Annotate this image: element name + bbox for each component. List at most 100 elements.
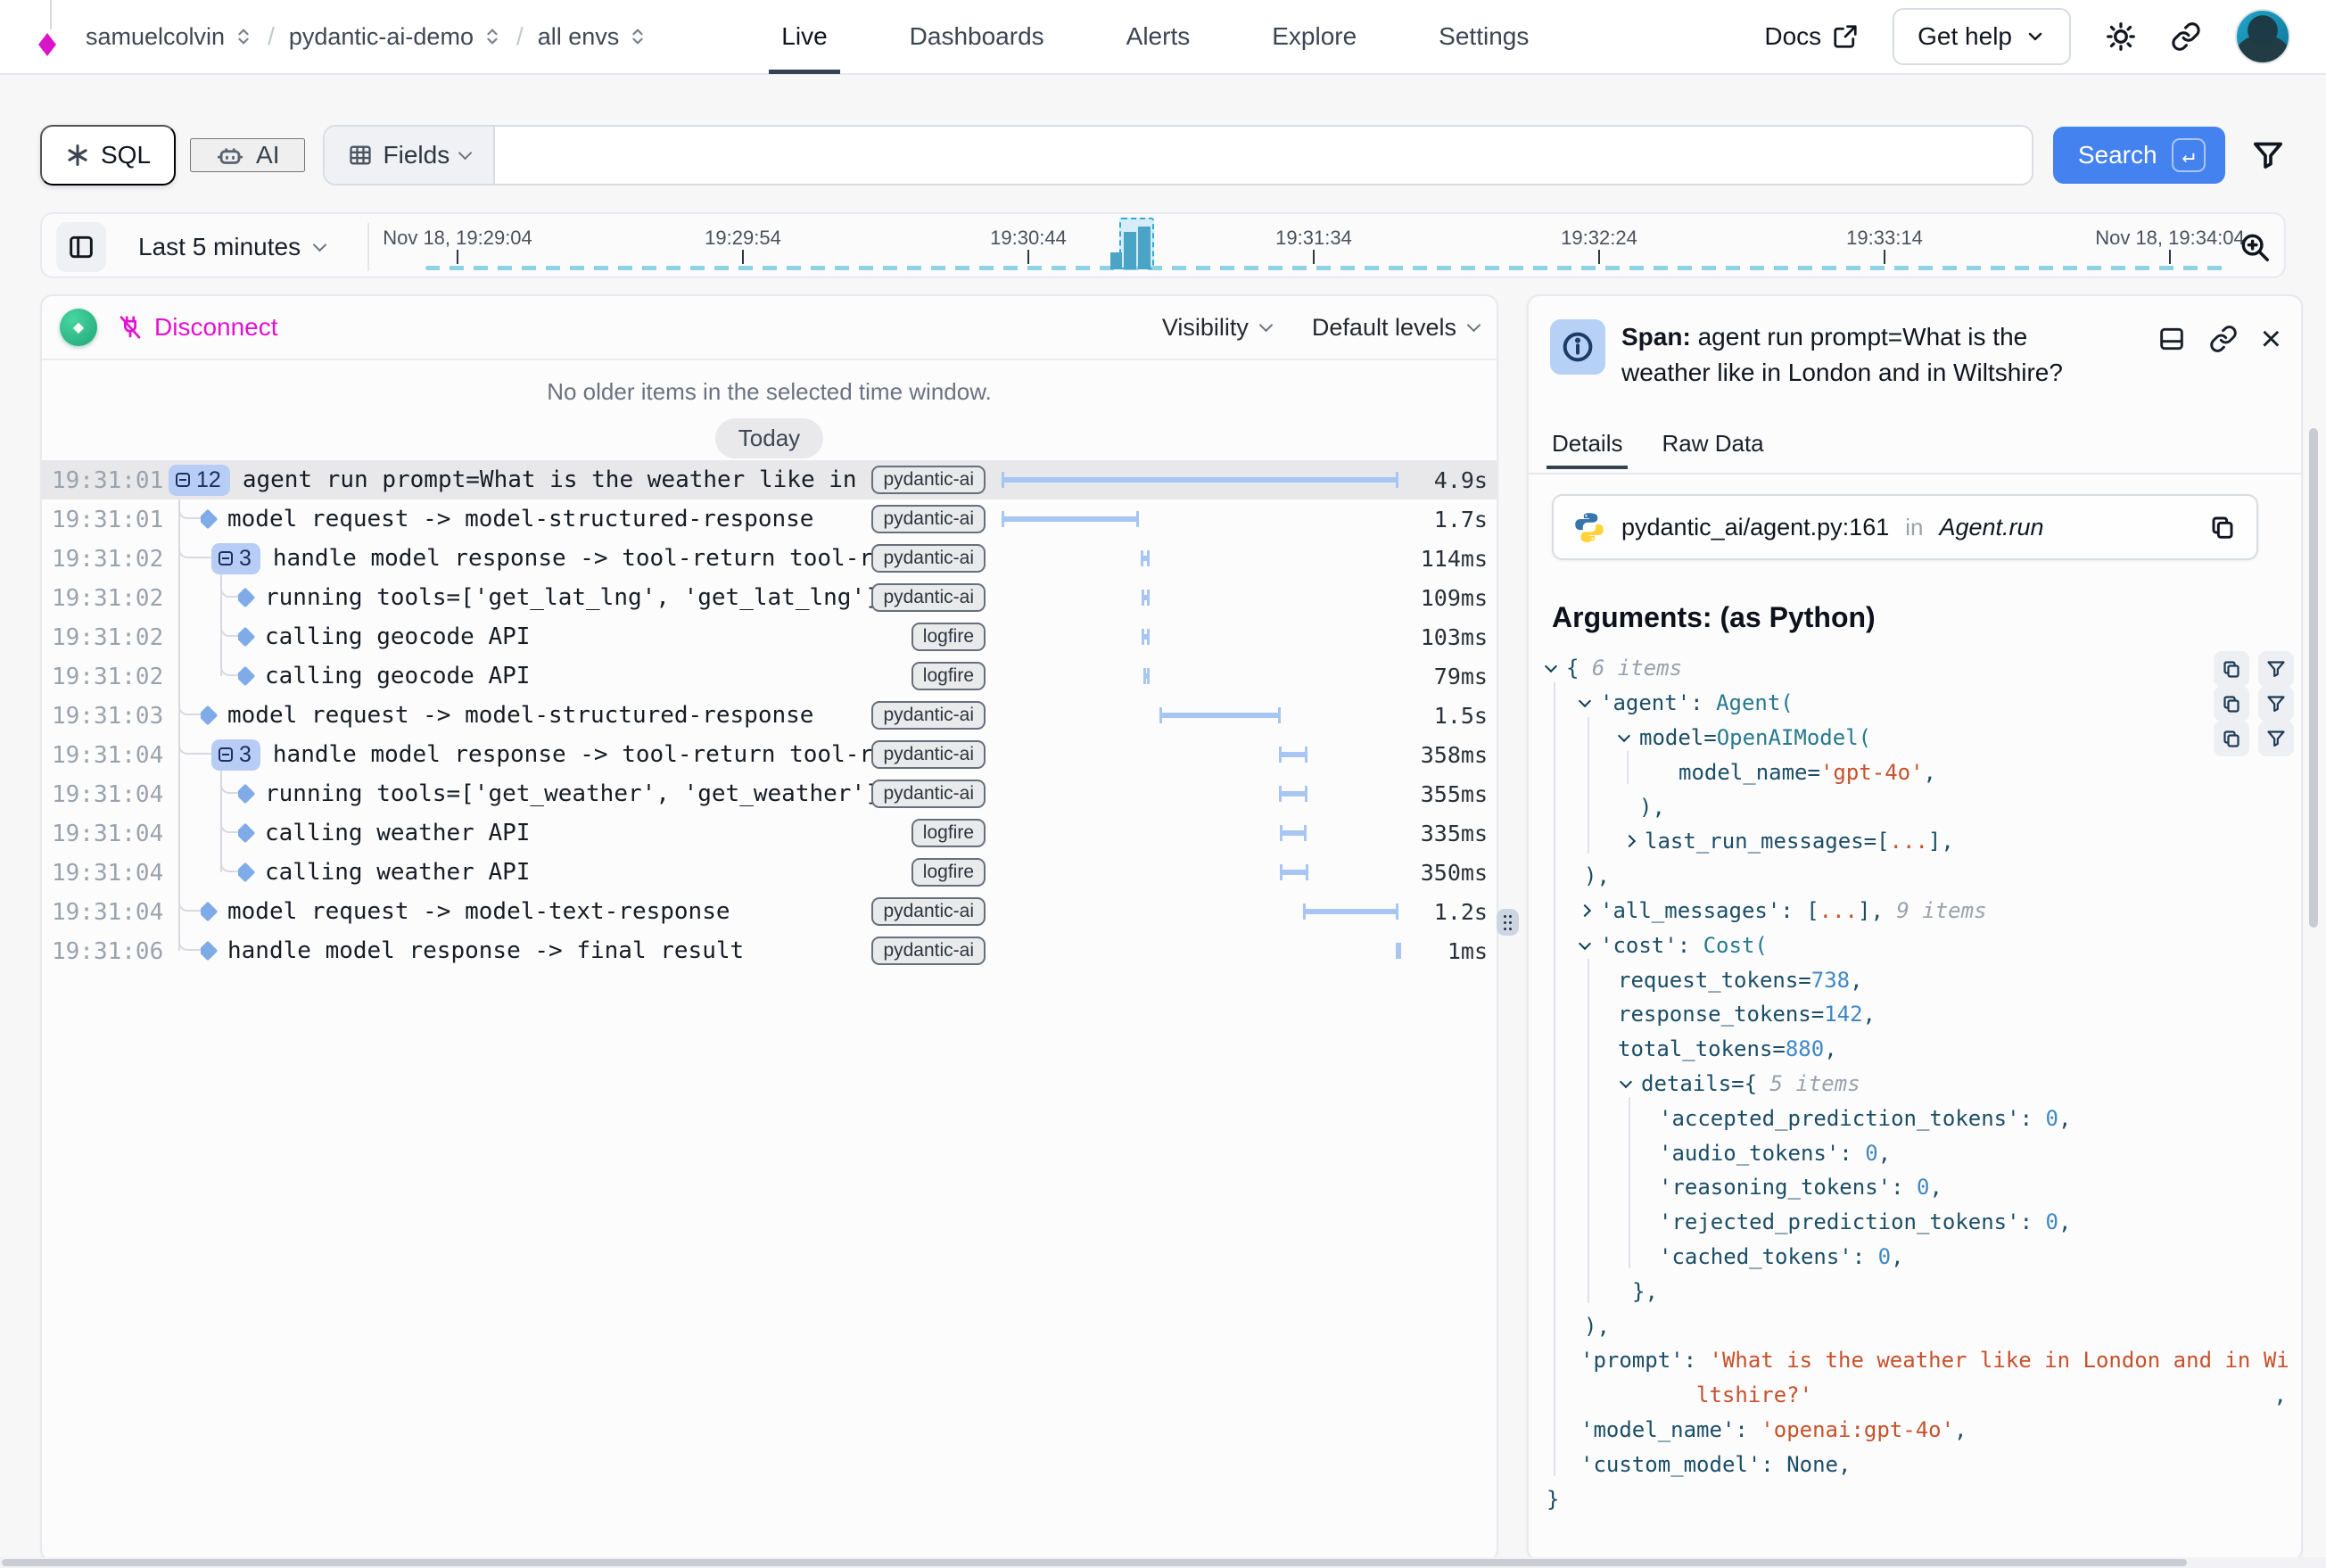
json-line: 'model_name': 'openai:gpt-4o', [1547, 1413, 2292, 1448]
collapse-arrow-icon[interactable] [1579, 695, 1591, 707]
trace-row-time: 19:31:01 [52, 507, 163, 533]
axis-tick-label: Nov 18, 19:34:04 [2095, 227, 2245, 250]
collapse-arrow-icon[interactable] [1545, 660, 1557, 673]
tab-alerts[interactable]: Alerts [1126, 0, 1191, 74]
collapse-arrow-icon[interactable] [1620, 1076, 1632, 1088]
copy-button[interactable] [2214, 686, 2249, 722]
duration-bar [1002, 511, 1139, 527]
collapse-arrow-icon[interactable] [1618, 730, 1630, 742]
time-range-dropdown[interactable]: Last 5 minutes [138, 214, 325, 280]
tab-live[interactable]: Live [781, 0, 827, 74]
logfire-logo-icon[interactable] [36, 10, 66, 63]
docs-label: Docs [1764, 22, 1821, 51]
logo-diamond-icon [38, 33, 56, 56]
horizontal-scrollbar[interactable] [0, 1557, 2326, 1568]
copy-button[interactable] [2208, 513, 2237, 541]
duration-bar-zone [1002, 578, 1398, 617]
trace-row[interactable]: 19:31:06handle model response -> final r… [42, 931, 1497, 970]
span-diamond-icon [201, 902, 218, 922]
histogram-bar [1110, 252, 1122, 269]
default-levels-dropdown[interactable]: Default levels [1312, 314, 1479, 342]
collapse-badge[interactable]: 3 [211, 543, 260, 574]
code-location-card[interactable]: pydantic_ai/agent.py:161 in Agent.run [1552, 494, 2258, 560]
user-avatar[interactable] [2235, 9, 2290, 64]
copy-button[interactable] [2214, 721, 2249, 756]
ai-label: AI [256, 141, 279, 169]
trace-row[interactable]: 19:31:043handle model response -> tool-r… [42, 735, 1497, 774]
trace-list-header: ◆ Disconnect Visibility Default levels [42, 296, 1497, 360]
tab-raw-data[interactable]: Raw Data [1662, 430, 1763, 473]
trace-row[interactable]: 19:31:01model request -> model-structure… [42, 499, 1497, 539]
today-chip[interactable]: Today [715, 418, 823, 458]
tab-explore[interactable]: Explore [1272, 0, 1357, 74]
filter-button[interactable] [2258, 686, 2294, 722]
trace-row[interactable]: 19:31:04running tools=['get_weather', 'g… [42, 774, 1497, 813]
filter-button[interactable] [2258, 651, 2294, 687]
collapse-arrow-icon[interactable] [1579, 937, 1591, 950]
trace-row[interactable]: 19:31:023handle model response -> tool-r… [42, 539, 1497, 578]
json-line: ltshire?', [1547, 1378, 2292, 1413]
copy-link-icon[interactable] [2209, 325, 2238, 353]
search-button[interactable]: Search ↵ [2053, 127, 2225, 184]
trace-row-time: 19:31:01 [52, 467, 163, 494]
collapse-badge[interactable]: 3 [211, 739, 260, 771]
breadcrumb-project[interactable]: pydantic-ai-demo [289, 23, 502, 51]
tag-cell: logfire [878, 813, 986, 853]
trace-row[interactable]: 19:31:02running tools=['get_lat_lng', 'g… [42, 578, 1497, 617]
trace-row-time: 19:31:04 [52, 899, 163, 926]
get-help-button[interactable]: Get help [1893, 8, 2071, 65]
disconnect-button[interactable]: Disconnect [117, 313, 278, 342]
timeline-zoom-button[interactable] [2238, 230, 2272, 264]
collapse-badge[interactable]: 12 [169, 465, 230, 496]
trace-row-content: 3handle model response -> tool-return to… [211, 539, 878, 578]
fields-dropdown[interactable]: Fields [325, 127, 496, 184]
breadcrumb-env-label: all envs [538, 23, 620, 51]
breadcrumb-separator: / [516, 22, 524, 51]
get-help-label: Get help [1918, 22, 2012, 51]
tab-settings[interactable]: Settings [1439, 0, 1529, 74]
expand-arrow-icon[interactable] [1623, 835, 1636, 847]
visibility-dropdown[interactable]: Visibility [1162, 314, 1271, 342]
token-punc: ), [1584, 863, 1610, 888]
filter-button[interactable] [2250, 137, 2286, 173]
detail-scrollbar[interactable] [2309, 428, 2318, 928]
tab-dashboards[interactable]: Dashboards [910, 0, 1044, 74]
docs-link[interactable]: Docs [1764, 22, 1859, 51]
trace-row[interactable]: 19:31:04calling weather APIlogfire335ms [42, 813, 1497, 853]
theme-toggle-button[interactable] [2105, 21, 2137, 53]
live-indicator[interactable]: ◆ [60, 309, 97, 346]
axis-tick-label: 19:31:34 [1275, 227, 1352, 250]
sql-mode-button[interactable]: SQL [40, 125, 176, 186]
panel-bottom-icon[interactable] [2157, 325, 2186, 353]
filter-button[interactable] [2258, 721, 2294, 756]
table-grid-icon [348, 143, 373, 168]
tag-pill: logfire [911, 662, 986, 690]
trace-row[interactable]: 19:31:0112agent run prompt=What is the w… [42, 460, 1497, 499]
ai-mode-button[interactable]: AI [190, 138, 304, 172]
breadcrumb-org[interactable]: samuelcolvin [86, 23, 253, 51]
search-input[interactable] [495, 127, 2032, 184]
histogram-bar [1124, 232, 1136, 269]
token-punc: , [1929, 1175, 1942, 1200]
trace-row[interactable]: 19:31:04model request -> model-text-resp… [42, 892, 1497, 931]
copy-button[interactable] [2214, 651, 2249, 687]
share-link-button[interactable] [2171, 21, 2201, 52]
sun-icon [2105, 21, 2137, 53]
sidebar-toggle-button[interactable] [56, 222, 106, 272]
tab-details[interactable]: Details [1552, 430, 1622, 473]
trace-row-content: running tools=['get_lat_lng', 'get_lat_l… [238, 578, 878, 617]
trace-row[interactable]: 19:31:03model request -> model-structure… [42, 696, 1497, 735]
json-line: response_tokens=142, [1547, 997, 2292, 1032]
trace-row[interactable]: 19:31:02calling geocode APIlogfire103ms [42, 617, 1497, 656]
token-num: 0 [2045, 1106, 2058, 1131]
trace-row[interactable]: 19:31:02calling geocode APIlogfire79ms [42, 656, 1497, 696]
duration-bar [1142, 590, 1151, 606]
json-line: } [1547, 1481, 2292, 1516]
breadcrumb-env[interactable]: all envs [538, 23, 648, 51]
expand-arrow-icon[interactable] [1579, 904, 1591, 917]
token-punc: , [1850, 968, 1862, 993]
span-name: calling geocode API [265, 623, 878, 650]
panel-resize-handle[interactable] [1497, 909, 1519, 936]
trace-row[interactable]: 19:31:04calling weather APIlogfire350ms [42, 853, 1497, 892]
close-icon[interactable]: × [2261, 326, 2281, 352]
